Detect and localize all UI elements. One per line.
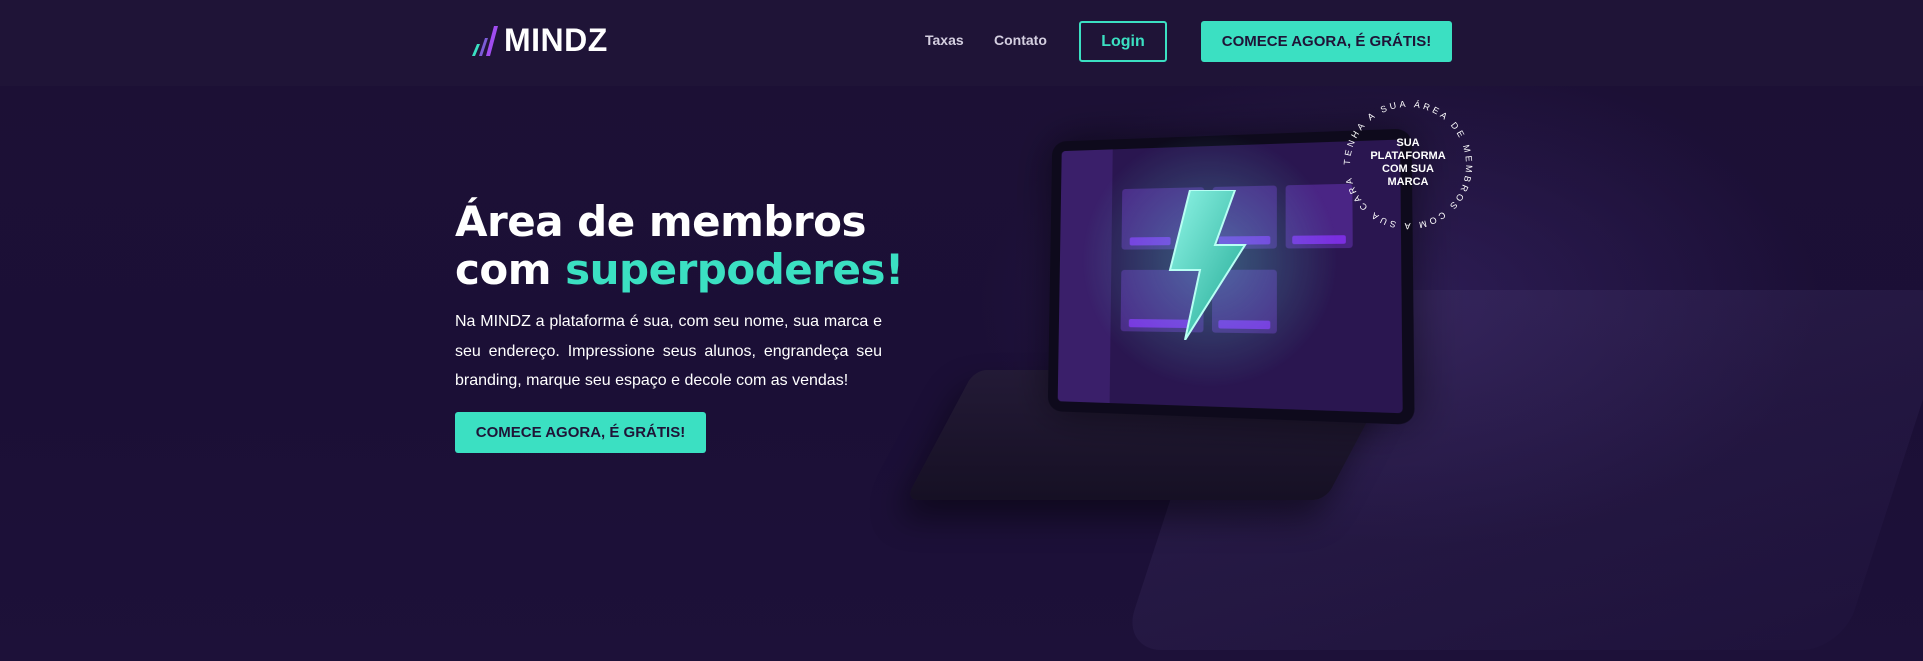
brand-logo[interactable]: MINDZ — [470, 20, 608, 60]
mindz-logo-icon — [472, 26, 498, 56]
rotating-badge: TENHA A SUA ÁREA DE MEMBROS COM A SUA CA… — [1338, 95, 1478, 235]
header-cta-button[interactable]: COMECE AGORA, É GRÁTIS! — [1201, 21, 1452, 62]
hero-title: Área de membros com superpoderes! — [455, 198, 904, 294]
login-button[interactable]: Login — [1079, 21, 1167, 62]
hero-cta-button[interactable]: COMECE AGORA, É GRÁTIS! — [455, 412, 706, 453]
hero-title-accent: superpoderes! — [565, 245, 904, 294]
hero-title-prefix: com — [455, 245, 566, 294]
hero-description: Na MINDZ a plataforma é sua, com seu nom… — [455, 313, 882, 389]
site-header: MINDZ Taxas Contato Login COMECE AGORA, … — [0, 0, 1923, 86]
hero-title-line1: Área de membros — [455, 197, 866, 246]
nav-link-taxas[interactable]: Taxas — [925, 32, 964, 48]
logo-text: MINDZ — [504, 21, 608, 58]
badge-center-text: SUA PLATAFORMA COM SUA MARCA — [1370, 137, 1446, 188]
lightning-bolt-icon — [1168, 190, 1247, 340]
nav-link-contato[interactable]: Contato — [994, 32, 1047, 48]
